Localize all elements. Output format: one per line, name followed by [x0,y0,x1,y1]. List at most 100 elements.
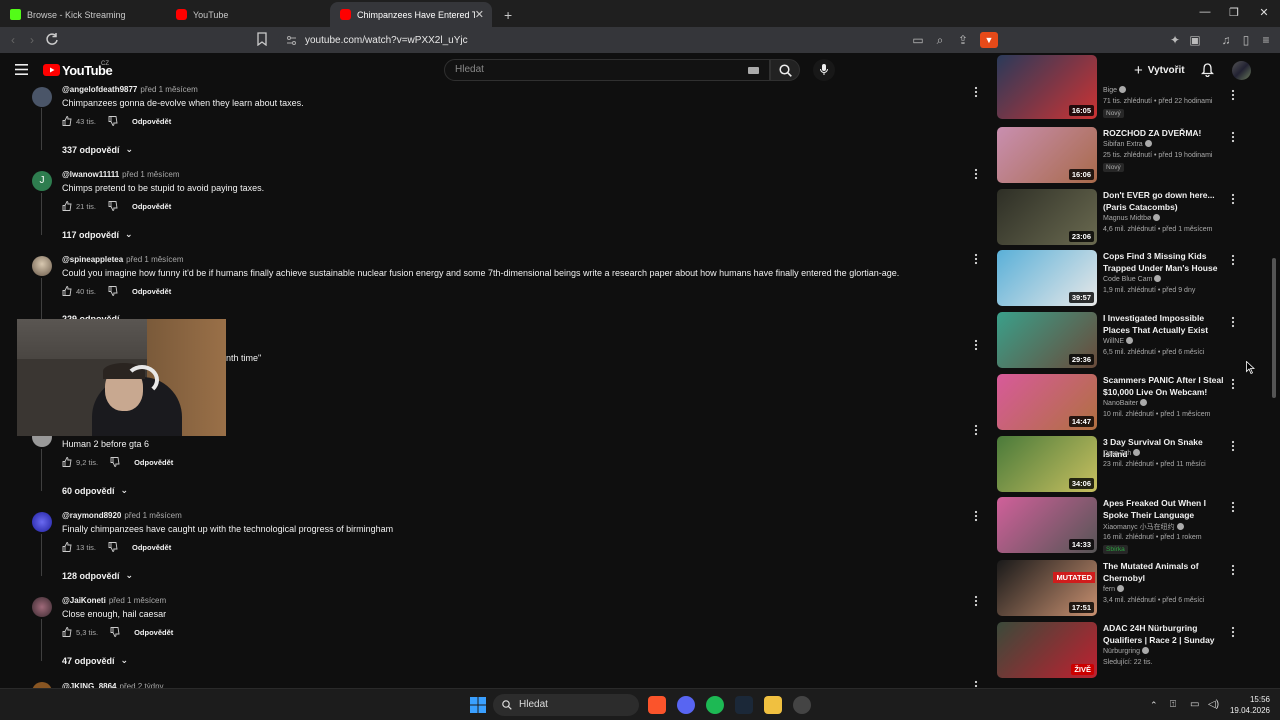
video-title[interactable]: Don't EVER go down here... (Paris Cataco… [1103,189,1228,213]
comment-avatar[interactable] [32,512,52,532]
sidebar-video[interactable]: 34:06 3 Day Survival On Snake Island Dara … [997,436,1243,494]
comment-author[interactable]: @JaiKoneti před 1 měsícem [62,596,166,605]
comment-avatar[interactable] [32,597,52,617]
search-input[interactable]: Hledat [444,59,770,81]
sidebar-video[interactable]: 14:33 Apes Freaked Out When I Spoke Their… [997,497,1243,555]
video-title[interactable]: The Mutated Animals of Chernobyl [1103,560,1228,584]
sidebar-video[interactable]: 29:36 I Investigated Impossible Places Th… [997,312,1243,370]
network-icon[interactable]: ▭ [1190,699,1199,710]
back-icon[interactable]: ‹ [5,32,21,48]
video-channel[interactable]: Dara Tah [1103,449,1141,457]
brave-shield-icon[interactable]: ▼ [980,32,998,48]
comment-options-icon[interactable] [972,339,980,351]
notifications-bell-icon[interactable] [1201,63,1214,77]
taskbar-search[interactable]: Hledat [493,694,639,716]
spotify-icon[interactable] [706,696,724,714]
minimize-icon[interactable]: — [1197,6,1213,18]
video-options-icon[interactable] [1229,89,1237,101]
video-options-icon[interactable] [1229,440,1237,452]
reply-button[interactable]: Odpovědět [132,202,171,211]
scrollbar-thumb[interactable] [1272,258,1276,398]
like-icon[interactable] [62,542,72,552]
replies-toggle[interactable]: 337 odpovědí ⌄ [62,144,133,155]
sidebar-video[interactable]: 14:47 Scammers PANIC After I Steal $10,00… [997,374,1243,432]
tab-youtube[interactable]: YouTube [166,2,332,27]
video-thumbnail[interactable]: MUTATED 17:51 [997,560,1097,616]
video-channel[interactable]: Nürburgring [1103,647,1149,655]
video-thumbnail[interactable]: 16:05 [997,55,1097,119]
address-bar[interactable]: youtube.com/watch?v=wPXX2l_uYjc [278,30,998,51]
reply-button[interactable]: Odpovědět [134,628,173,637]
restore-icon[interactable]: ❐ [1226,6,1242,19]
extensions-icon[interactable]: ✦ [1167,32,1183,48]
windows-start-icon[interactable] [470,697,486,713]
zoom-icon[interactable]: ⌕ [932,32,948,48]
comment-avatar[interactable]: J [32,171,52,191]
close-tab-icon[interactable]: ✕ [475,8,484,21]
like-icon[interactable] [62,286,72,296]
voice-search-button[interactable] [813,59,835,81]
video-channel[interactable]: Magnus Midtbø [1103,214,1161,222]
video-options-icon[interactable] [1229,254,1237,266]
like-icon[interactable] [62,457,72,467]
video-thumbnail[interactable]: 23:06 [997,189,1097,245]
sidebar-video[interactable]: 23:06 Don't EVER go down here... (Paris C… [997,189,1243,247]
replies-toggle[interactable]: 128 odpovědí ⌄ [62,570,133,581]
dislike-icon[interactable] [110,457,120,467]
tab-chimpanzees[interactable]: Chimpanzees Have Entered The ✕ [330,2,492,27]
video-thumbnail[interactable]: 16:06 [997,127,1097,183]
dislike-icon[interactable] [108,201,118,211]
comment-options-icon[interactable] [972,595,980,607]
video-options-icon[interactable] [1229,193,1237,205]
new-tab-button[interactable]: + [494,2,518,27]
video-title[interactable]: Scammers PANIC After I Steal $10,000 Liv… [1103,374,1228,398]
video-channel[interactable]: Code Blue Cam [1103,275,1162,283]
video-channel[interactable]: Bige [1103,86,1127,94]
video-title[interactable]: Apes Freaked Out When I Spoke Their Lang… [1103,497,1228,521]
sidebar-video[interactable]: 39:57 Cops Find 3 Missing Kids Trapped Un… [997,250,1243,308]
like-icon[interactable] [62,201,72,211]
video-thumbnail[interactable]: 29:36 [997,312,1097,368]
sidebar-icon[interactable]: ▯ [1238,32,1254,48]
tab-kick[interactable]: Browse - Kick Streaming [0,2,166,27]
cast-icon[interactable]: ▭ [910,32,926,48]
video-thumbnail[interactable]: ŽIVĚ [997,622,1097,678]
sidebar-video[interactable]: ŽIVĚ ADAC 24H Nürburgring Qualifiers | Ra… [997,622,1243,680]
settings-gear-icon[interactable] [793,696,811,714]
bookmark-icon[interactable] [256,32,272,48]
video-options-icon[interactable] [1229,378,1237,390]
video-options-icon[interactable] [1229,316,1237,328]
sidebar-video[interactable]: 16:06 ROZCHOD ZA DVEŘMA! Sibifan Extra 25 t… [997,127,1243,185]
replies-toggle[interactable]: 47 odpovědí ⌄ [62,655,128,666]
youtube-logo-icon[interactable] [43,64,60,76]
reply-button[interactable]: Odpovědět [132,287,171,296]
replies-toggle[interactable]: 117 odpovědí ⌄ [62,229,133,240]
video-title[interactable]: Cops Find 3 Missing Kids Trapped Under M… [1103,250,1228,274]
video-channel[interactable]: Sibifan Extra [1103,140,1152,148]
video-channel[interactable]: NanoBaiter [1103,399,1148,407]
video-options-icon[interactable] [1229,626,1237,638]
reply-button[interactable]: Odpovědět [132,117,171,126]
video-channel[interactable]: Xiaomanyc 小马在纽约 [1103,522,1184,532]
search-button[interactable] [770,59,800,81]
dislike-icon[interactable] [110,627,120,637]
like-icon[interactable] [62,116,72,126]
hamburger-menu-icon[interactable] [15,64,28,75]
like-icon[interactable] [62,627,72,637]
comment-options-icon[interactable] [972,510,980,522]
dislike-icon[interactable] [108,116,118,126]
video-thumbnail[interactable]: 14:33 [997,497,1097,553]
video-thumbnail[interactable]: 14:47 [997,374,1097,430]
user-avatar[interactable] [1232,61,1251,80]
create-button[interactable]: + Vytvořit [1134,62,1185,79]
reply-button[interactable]: Odpovědět [132,543,171,552]
comment-author[interactable]: @angelofdeath9877 před 1 měsícem [62,85,198,94]
video-title[interactable]: I Investigated Impossible Places That Ac… [1103,312,1228,336]
wallet-icon[interactable]: ▣ [1187,32,1203,48]
comment-author[interactable]: @lwanow11111 před 1 měsícem [62,170,180,179]
share-icon[interactable]: ⇪ [955,32,971,48]
comment-author[interactable]: @spineappletea před 1 měsícem [62,255,184,264]
comment-options-icon[interactable] [972,86,980,98]
steam-icon[interactable] [735,696,753,714]
reply-button[interactable]: Odpovědět [134,458,173,467]
